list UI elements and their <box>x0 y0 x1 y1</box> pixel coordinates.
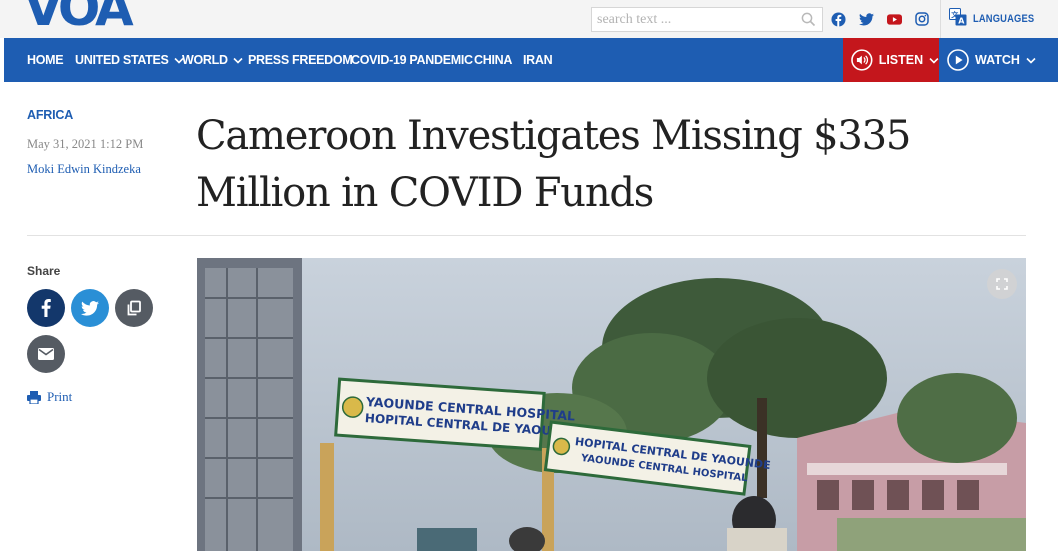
main-nav: HOME UNITED STATES WORLD PRESS FREEDOM C… <box>4 38 1058 82</box>
twitter-icon[interactable] <box>857 10 875 28</box>
print-label: Print <box>47 389 73 404</box>
hospital-scene-illustration: YAOUNDE CENTRAL HOSPITAL HOPITAL CENTRAL… <box>197 258 1026 551</box>
chevron-down-icon <box>233 57 243 64</box>
voa-logo[interactable]: VOA <box>24 0 134 37</box>
search-icon[interactable] <box>801 12 816 32</box>
twitter-icon <box>81 300 99 316</box>
search-input[interactable] <box>592 8 792 31</box>
nav-label: CHINA <box>474 53 513 67</box>
divider <box>27 235 1026 236</box>
share-email-button[interactable] <box>27 335 65 373</box>
watch-button[interactable]: WATCH <box>944 38 1058 82</box>
watch-label: WATCH <box>975 53 1020 67</box>
nav-item-china[interactable]: CHINA <box>474 38 512 82</box>
languages-icon: 文A <box>949 7 967 31</box>
nav-label: HOME <box>27 53 64 67</box>
share-label: Share <box>27 264 61 278</box>
print-button[interactable]: Print <box>27 389 72 405</box>
nav-item-covid-19-pandemic[interactable]: COVID-19 PANDEMIC <box>351 38 473 82</box>
nav-label: IRAN <box>523 53 553 67</box>
svg-text:A: A <box>958 16 965 25</box>
chevron-down-icon <box>1026 57 1036 64</box>
printer-icon <box>27 390 41 404</box>
youtube-icon[interactable] <box>885 10 903 28</box>
copy-link-icon <box>127 300 141 316</box>
share-twitter-button[interactable] <box>71 289 109 327</box>
copy-link-button[interactable] <box>115 289 153 327</box>
logo-text: VOA <box>24 0 134 37</box>
languages-label: LANGUAGES <box>973 13 1035 25</box>
listen-label: LISTEN <box>878 53 924 67</box>
nav-item-home[interactable]: HOME <box>27 38 64 82</box>
expand-icon <box>996 278 1008 290</box>
publish-date: May 31, 2021 1:12 PM <box>27 137 144 151</box>
facebook-icon <box>41 299 51 317</box>
facebook-icon[interactable] <box>829 10 847 28</box>
share-facebook-button[interactable] <box>27 289 65 327</box>
fullscreen-button[interactable] <box>987 269 1017 299</box>
email-icon <box>38 348 54 360</box>
search-box[interactable] <box>591 7 823 32</box>
author-link[interactable]: Moki Edwin Kindzeka <box>27 162 141 177</box>
nav-item-iran[interactable]: IRAN <box>523 38 553 82</box>
listen-button[interactable]: LISTEN <box>843 38 939 82</box>
nav-item-press-freedom[interactable]: PRESS FREEDOM <box>248 38 353 82</box>
chevron-down-icon <box>929 57 939 64</box>
top-utility-bar: VOA 文A LANGUAGES <box>0 0 1058 38</box>
nav-label: UNITED STATES <box>75 53 169 67</box>
nav-item-united-states[interactable]: UNITED STATES <box>75 38 184 82</box>
speaker-icon <box>851 49 873 71</box>
instagram-icon[interactable] <box>913 10 931 28</box>
category-link[interactable]: AFRICA <box>27 108 73 122</box>
nav-label: COVID-19 PANDEMIC <box>351 53 473 67</box>
languages-button[interactable]: 文A LANGUAGES <box>940 0 1058 38</box>
play-icon <box>947 49 969 71</box>
nav-label: PRESS FREEDOM <box>248 53 353 67</box>
article-photo: YAOUNDE CENTRAL HOSPITAL HOPITAL CENTRAL… <box>197 258 1026 551</box>
nav-item-world[interactable]: WORLD <box>182 38 243 82</box>
article-headline: Cameroon Investigates Missing $335 Milli… <box>196 113 911 216</box>
nav-label: WORLD <box>182 53 228 67</box>
